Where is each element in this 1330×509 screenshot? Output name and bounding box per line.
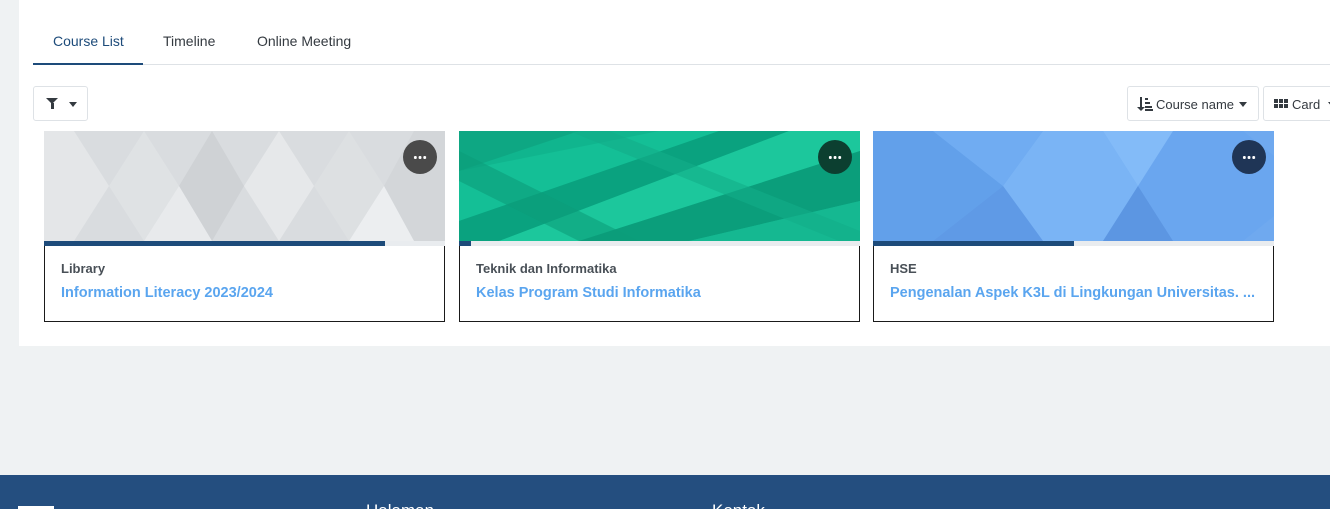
sort-amount-down-icon <box>1137 97 1153 111</box>
ellipsis-icon <box>413 156 427 159</box>
sort-label: Course name <box>1156 97 1235 112</box>
course-progress-fill <box>459 241 472 246</box>
course-name-link[interactable]: Kelas Program Studi Informatika <box>476 285 701 301</box>
grid-icon <box>1274 99 1288 109</box>
course-menu-button[interactable] <box>818 140 852 174</box>
course-menu-button[interactable] <box>1232 140 1266 174</box>
sort-dropdown-button[interactable]: Course name <box>1127 86 1259 121</box>
filter-icon <box>46 98 58 109</box>
course-card[interactable]: Library Information Literacy 2023/2024 <box>44 131 445 322</box>
footer-heading-contact: Kontak <box>712 501 765 509</box>
course-image[interactable] <box>44 131 445 241</box>
main-panel: Course List Timeline Online Meeting Cour… <box>19 0 1330 346</box>
tab-timeline[interactable]: Timeline <box>163 33 215 49</box>
filter-dropdown-button[interactable] <box>33 86 88 121</box>
active-tab-indicator <box>33 63 143 65</box>
course-image[interactable] <box>459 131 860 241</box>
course-card[interactable]: HSE Pengenalan Aspek K3L di Lingkungan U… <box>873 131 1274 322</box>
course-name-link[interactable]: Information Literacy 2023/2024 <box>61 285 273 301</box>
site-footer: Halaman Kontak <box>0 475 1330 509</box>
caret-down-icon <box>1239 102 1247 107</box>
course-card-body: Teknik dan Informatika Kelas Program Stu… <box>459 241 860 322</box>
tab-online-meeting[interactable]: Online Meeting <box>257 33 351 49</box>
course-tabs: Course List Timeline Online Meeting <box>33 0 1330 65</box>
course-category: HSE <box>890 261 917 276</box>
course-progress-fill <box>873 241 1074 246</box>
course-progress-bar <box>459 241 860 246</box>
caret-down-icon <box>69 102 77 107</box>
course-category: Library <box>61 261 106 276</box>
ellipsis-icon <box>828 156 842 159</box>
ellipsis-icon <box>1242 156 1256 159</box>
course-progress-bar <box>873 241 1274 246</box>
course-name-link[interactable]: Pengenalan Aspek K3L di Lingkungan Unive… <box>890 285 1255 301</box>
course-card[interactable]: Teknik dan Informatika Kelas Program Stu… <box>459 131 860 322</box>
view-mode-dropdown-button[interactable]: Card <box>1263 86 1330 121</box>
course-menu-button[interactable] <box>403 140 437 174</box>
course-category: Teknik dan Informatika <box>476 261 617 276</box>
footer-heading-pages: Halaman <box>366 501 434 509</box>
view-mode-label: Card <box>1292 97 1321 112</box>
course-card-body: HSE Pengenalan Aspek K3L di Lingkungan U… <box>873 241 1274 322</box>
course-progress-fill <box>44 241 385 246</box>
tab-course-list[interactable]: Course List <box>53 33 124 49</box>
course-image[interactable] <box>873 131 1274 241</box>
course-card-body: Library Information Literacy 2023/2024 <box>44 241 445 322</box>
course-progress-bar <box>44 241 445 246</box>
